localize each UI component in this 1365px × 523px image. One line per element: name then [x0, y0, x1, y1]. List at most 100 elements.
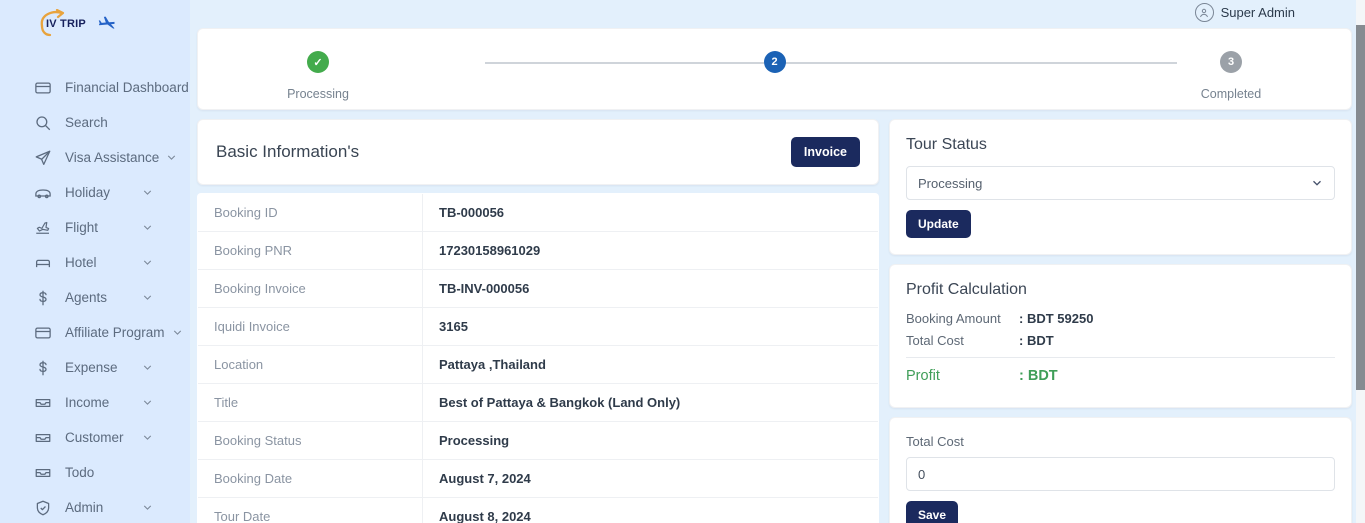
profit-total-label: Profit — [906, 368, 940, 384]
row-value: 17230158961029 — [439, 243, 541, 258]
stepper-step-completed[interactable]: 3 Completed — [1171, 51, 1291, 101]
sidebar-item-agents[interactable]: Agents — [0, 280, 190, 315]
profit-row-value: : BDT 59250 — [1019, 311, 1094, 326]
app-root: IV TRIP Financial Dashboard Search Visa … — [0, 0, 1365, 523]
profit-row-label: Booking Amount — [906, 311, 1001, 326]
sidebar-item-label: Search — [65, 115, 108, 130]
paper-plane-icon — [33, 148, 53, 168]
sidebar-item-visa-assistance[interactable]: Visa Assistance — [0, 140, 190, 175]
row-value: Best of Pattaya & Bangkok (Land Only) — [439, 395, 681, 410]
row-value: TB-000056 — [439, 205, 505, 220]
basic-information-header: Basic Information's Invoice — [197, 119, 879, 185]
plane-takeoff-icon — [33, 218, 53, 238]
row-value: Pattaya ,Thailand — [439, 357, 546, 372]
chevron-down-icon[interactable] — [141, 501, 154, 514]
chevron-down-icon[interactable] — [141, 186, 154, 199]
profit-total-value: : BDT — [1019, 368, 1058, 384]
brand-name: IV TRIP — [46, 18, 86, 30]
credit-card-icon — [33, 323, 53, 343]
sidebar-item-label: Expense — [65, 360, 118, 375]
sidebar-item-search[interactable]: Search — [0, 105, 190, 140]
page-scrollbar[interactable] — [1356, 0, 1365, 523]
credit-card-icon — [33, 78, 53, 98]
sidebar-item-customer[interactable]: Customer — [0, 420, 190, 455]
total-cost-input[interactable] — [906, 457, 1335, 491]
chevron-down-icon[interactable] — [141, 396, 154, 409]
sidebar-item-label: Customer — [65, 430, 124, 445]
sidebar-item-flight[interactable]: Flight — [0, 210, 190, 245]
update-status-button[interactable]: Update — [906, 210, 971, 238]
chevron-down-icon[interactable] — [165, 151, 178, 164]
sidebar-item-label: Financial Dashboard — [65, 80, 189, 95]
sidebar-item-label: Visa Assistance — [65, 150, 160, 165]
profit-row-value: : BDT — [1019, 333, 1054, 348]
sidebar-item-holiday[interactable]: Holiday — [0, 175, 190, 210]
tour-status-select-wrap: ProcessingPendingConfirmedCompletedCance… — [906, 166, 1335, 200]
row-value: 3165 — [439, 319, 468, 334]
table-row: Title Best of Pattaya & Bangkok (Land Onl… — [198, 383, 878, 422]
table-row: Booking Invoice TB-INV-000056 — [198, 269, 878, 308]
chevron-down-icon[interactable] — [141, 221, 154, 234]
van-icon — [33, 183, 53, 203]
page-title: Basic Information's — [216, 142, 360, 161]
step-bullet: ✓ — [307, 51, 329, 73]
table-row: Booking Status Processing — [198, 421, 878, 460]
row-label: Booking Status — [198, 421, 423, 460]
side-panels-column: Tour Status ProcessingPendingConfirmedCo… — [889, 119, 1352, 523]
row-value: TB-INV-000056 — [439, 281, 530, 296]
profit-total-row: Profit : BDT — [906, 368, 1335, 384]
dollar-icon — [33, 358, 53, 378]
invoice-button[interactable]: Invoice — [790, 137, 860, 167]
sidebar-item-affiliate-program[interactable]: Affiliate Program — [0, 315, 190, 350]
stepper-step-processing[interactable]: ✓ Processing — [258, 51, 378, 101]
total-cost-panel: Total Cost Save — [889, 417, 1352, 523]
inbox-icon — [33, 393, 53, 413]
step-label: Processing — [287, 87, 349, 101]
row-value: August 8, 2024 — [439, 509, 531, 523]
total-cost-label: Total Cost — [906, 434, 964, 449]
row-label: Tour Date — [198, 497, 423, 523]
basic-information-table: Booking ID TB-000056 Booking PNR 1723015896… — [197, 193, 879, 523]
row-label: Booking PNR — [198, 231, 423, 270]
user-menu[interactable]: Super Admin — [1194, 3, 1295, 22]
profit-calculation-title: Profit Calculation — [906, 281, 1027, 298]
chevron-down-icon[interactable] — [141, 431, 154, 444]
sidebar-item-expense[interactable]: Expense — [0, 350, 190, 385]
stepper-step-2[interactable]: 2 — [715, 51, 835, 87]
sidebar-item-hotel[interactable]: Hotel — [0, 245, 190, 280]
booking-progress-stepper: ✓ Processing 2 3 Completed — [197, 28, 1352, 110]
sidebar: IV TRIP Financial Dashboard Search Visa … — [0, 0, 190, 523]
table-row: Booking ID TB-000056 — [198, 194, 878, 232]
user-circle-icon — [1194, 3, 1214, 22]
row-label: Booking ID — [198, 194, 423, 232]
table-row: Iquidi Invoice 3165 — [198, 307, 878, 346]
sidebar-item-admin[interactable]: Admin — [0, 490, 190, 523]
chevron-down-icon[interactable] — [141, 291, 154, 304]
user-name: Super Admin — [1220, 5, 1295, 20]
sidebar-item-label: Flight — [65, 220, 99, 235]
chevron-down-icon[interactable] — [171, 326, 184, 339]
profit-row-label: Total Cost — [906, 333, 964, 348]
brand-logo[interactable]: IV TRIP — [0, 0, 190, 48]
tour-status-title: Tour Status — [906, 136, 987, 153]
row-value: Processing — [439, 433, 510, 448]
detail-body: Basic Information's Invoice Booking ID TB… — [197, 119, 1352, 523]
sidebar-item-todo[interactable]: Todo — [0, 455, 190, 490]
save-cost-button[interactable]: Save — [906, 501, 959, 523]
profit-calculation-panel: Profit Calculation Booking Amount : BDT … — [889, 264, 1352, 408]
table-row: Booking Date August 7, 2024 — [198, 459, 878, 498]
row-label: Booking Invoice — [198, 269, 423, 308]
chevron-down-icon[interactable] — [141, 361, 154, 374]
content-scroll-area: ✓ Processing 2 3 Completed Basic Informa… — [193, 25, 1356, 523]
sidebar-item-financial-dashboard[interactable]: Financial Dashboard — [0, 70, 190, 105]
step-bullet: 2 — [763, 51, 786, 73]
sidebar-item-income[interactable]: Income — [0, 385, 190, 420]
sidebar-item-label: Admin — [65, 500, 104, 515]
tour-status-panel: Tour Status ProcessingPendingConfirmedCo… — [889, 119, 1352, 255]
table-row: Booking PNR 17230158961029 — [198, 231, 878, 270]
tour-status-select[interactable]: ProcessingPendingConfirmedCompletedCance… — [906, 166, 1335, 200]
chevron-down-icon[interactable] — [141, 256, 154, 269]
page-scrollbar-thumb[interactable] — [1356, 25, 1365, 390]
bed-icon — [33, 253, 53, 273]
row-label: Iquidi Invoice — [198, 307, 423, 346]
